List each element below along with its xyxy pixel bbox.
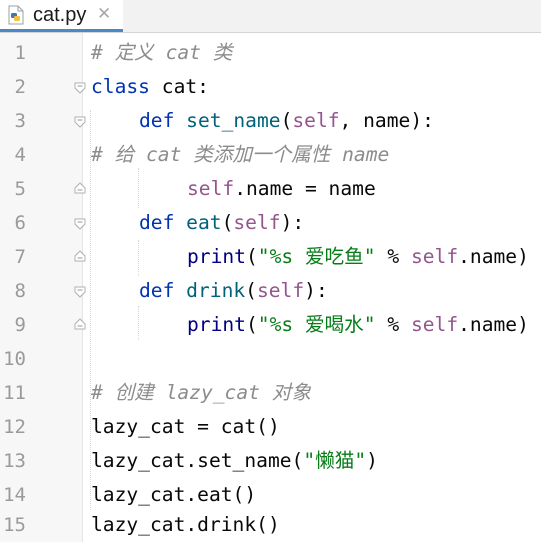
fold-end-icon[interactable] <box>73 318 87 332</box>
self-keyword: self <box>410 313 459 336</box>
code-rest: .name = name <box>234 177 376 200</box>
code-line: 7 print("%s 爱吃鱼" % self.name) <box>0 240 541 274</box>
code-rest: ): <box>280 211 305 234</box>
line-number: 11 <box>3 382 26 404</box>
keyword: def <box>139 279 175 302</box>
editor-tab-bar: cat.py ✕ <box>0 0 541 33</box>
paren: ( <box>280 109 293 132</box>
function-name: eat <box>174 211 222 234</box>
code-line: 12 lazy_cat = cat() <box>0 410 541 444</box>
code-text: self.name = name <box>187 172 376 206</box>
code-rest: lazy_cat = cat() <box>91 415 280 438</box>
fold-toggle-icon[interactable] <box>73 80 87 94</box>
code-rest: , name): <box>339 109 434 132</box>
line-number: 13 <box>3 450 26 472</box>
line-number: 7 <box>14 246 26 268</box>
code-line: 3 def set_name(self, name): <box>0 104 541 138</box>
line-number: 14 <box>3 484 26 506</box>
code-text: lazy_cat.eat() <box>91 478 256 512</box>
file-tab-label: cat.py <box>33 4 87 26</box>
fold-toggle-icon[interactable] <box>73 114 87 128</box>
code-text: lazy_cat = cat() <box>91 410 280 444</box>
line-number: 10 <box>3 348 26 370</box>
string-literal: "%s 爱吃鱼" <box>257 245 376 268</box>
self-keyword: self <box>292 109 340 132</box>
code-line: 15 lazy_cat.drink() <box>0 508 541 542</box>
code-text: def drink(self): <box>139 274 328 308</box>
code-line: 10 <box>0 342 541 376</box>
code-line: 6 def eat(self): <box>0 206 541 240</box>
operator: % <box>375 313 411 336</box>
code-line: 5 self.name = name <box>0 172 541 206</box>
code-rest: lazy_cat.drink() <box>91 513 280 536</box>
fold-end-icon[interactable] <box>73 250 87 264</box>
code-text: class cat: <box>91 70 209 104</box>
line-number: 12 <box>3 416 26 438</box>
line-number: 3 <box>14 110 26 132</box>
code-text: # 给 cat 类添加一个属性 name <box>91 138 389 172</box>
self-keyword: self <box>187 177 235 200</box>
fold-toggle-icon[interactable] <box>73 216 87 230</box>
fold-end-icon[interactable] <box>73 182 87 196</box>
close-icon[interactable]: ✕ <box>97 4 113 24</box>
code-text: lazy_cat.set_name("懒猫") <box>91 444 378 478</box>
builtin-print: print <box>187 313 246 336</box>
self-keyword: self <box>256 279 305 302</box>
line-number: 15 <box>3 514 26 536</box>
line-number: 8 <box>14 280 26 302</box>
code-text: # 定义 cat 类 <box>91 36 232 70</box>
code-line: 9 print("%s 爱喝水" % self.name) <box>0 308 541 342</box>
code-text: print("%s 爱喝水" % self.name) <box>187 308 529 342</box>
keyword: class <box>91 75 150 98</box>
code-line: 14 lazy_cat.eat() <box>0 478 541 512</box>
line-number: 5 <box>14 178 26 200</box>
file-tab-cat-py[interactable]: cat.py ✕ <box>0 0 123 32</box>
line-number: 6 <box>14 212 26 234</box>
paren: ( <box>245 245 258 268</box>
self-keyword: self <box>233 211 281 234</box>
code-call: lazy_cat.set_name( <box>91 449 304 472</box>
string-literal: "懒猫" <box>303 449 367 472</box>
paren: ( <box>221 211 234 234</box>
fold-toggle-icon[interactable] <box>73 284 87 298</box>
line-number: 2 <box>14 76 26 98</box>
code-line: 1 # 定义 cat 类 <box>0 36 541 70</box>
line-number: 1 <box>14 42 26 64</box>
code-line: 2 class cat: <box>0 70 541 104</box>
keyword: def <box>139 109 175 132</box>
code-rest: cat: <box>149 75 209 98</box>
line-number: 9 <box>14 314 26 336</box>
code-text: print("%s 爱吃鱼" % self.name) <box>187 240 529 274</box>
function-name: drink <box>174 279 246 302</box>
code-rest: ): <box>304 279 328 302</box>
code-text: def eat(self): <box>139 206 304 240</box>
code-text: def set_name(self, name): <box>139 104 434 138</box>
code-rest: .name) <box>458 245 529 268</box>
code-text: # 创建 lazy_cat 对象 <box>91 376 311 410</box>
comment: # 给 cat 类添加一个属性 name <box>91 143 390 166</box>
code-line: 11 # 创建 lazy_cat 对象 <box>0 376 541 410</box>
comment: # 创建 lazy_cat 对象 <box>91 381 311 404</box>
code-rest: .name) <box>458 313 529 336</box>
comment: # 定义 cat 类 <box>91 41 233 64</box>
python-file-icon <box>8 5 24 25</box>
string-literal: "%s 爱喝水" <box>257 313 376 336</box>
code-rest: ) <box>366 449 378 472</box>
line-number: 4 <box>14 144 26 166</box>
function-name: set_name <box>174 109 281 132</box>
code-line: 13 lazy_cat.set_name("懒猫") <box>0 444 541 478</box>
builtin-print: print <box>187 245 246 268</box>
self-keyword: self <box>410 245 459 268</box>
code-line: 8 def drink(self): <box>0 274 541 308</box>
paren: ( <box>245 279 257 302</box>
paren: ( <box>245 313 258 336</box>
keyword: def <box>139 211 175 234</box>
code-line: 4 # 给 cat 类添加一个属性 name <box>0 138 541 172</box>
operator: % <box>375 245 411 268</box>
code-rest: lazy_cat.eat() <box>91 483 257 506</box>
code-text: lazy_cat.drink() <box>91 508 280 542</box>
